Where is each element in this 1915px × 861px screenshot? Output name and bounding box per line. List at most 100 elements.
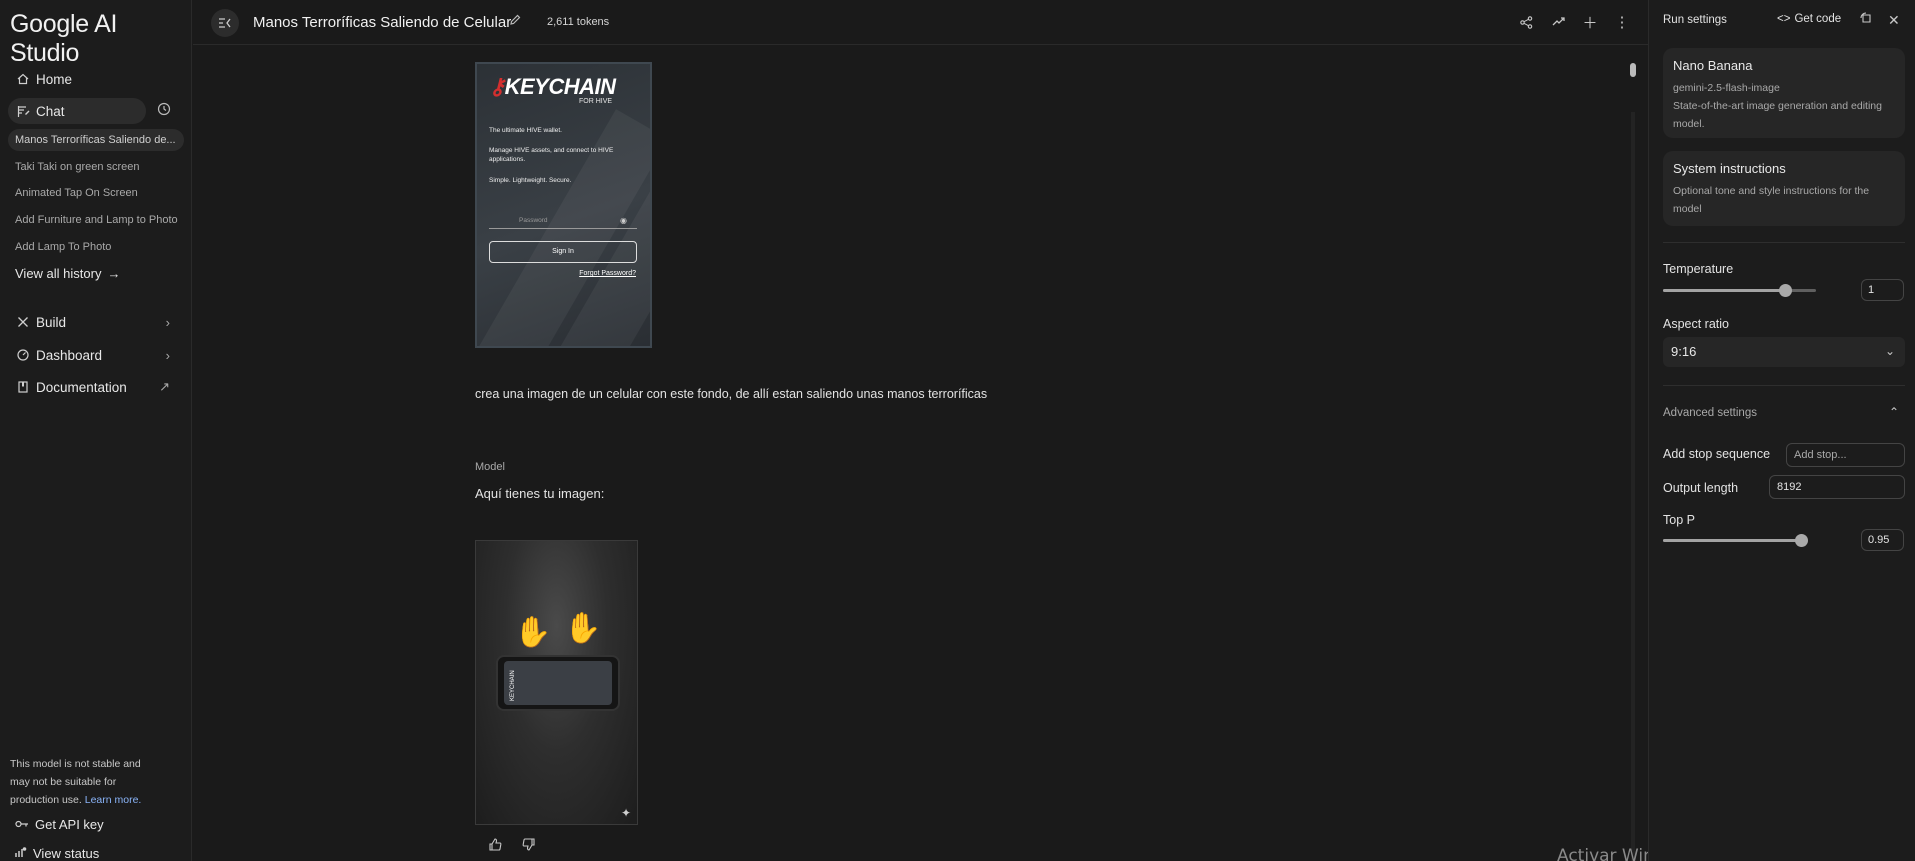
stop-sequence-label: Add stop sequence	[1663, 447, 1771, 461]
scrollbar-thumb[interactable]	[1630, 63, 1636, 77]
history-item[interactable]: Add Furniture and Lamp to Photo	[8, 209, 184, 231]
aspect-ratio-value: 9:16	[1671, 344, 1697, 359]
temperature-label: Temperature	[1663, 262, 1734, 276]
view-status-link[interactable]: View status	[15, 846, 99, 861]
collapse-sidebar-button[interactable]	[211, 9, 239, 37]
model-selector-card[interactable]: Nano Banana gemini-2.5-flash-image State…	[1663, 48, 1905, 138]
chevron-up-icon[interactable]: ⌃	[1889, 405, 1899, 419]
top-p-slider-knob[interactable]	[1794, 534, 1808, 547]
nav-documentation[interactable]: Documentation ↗	[8, 374, 184, 400]
model-description: State-of-the-art image generation and ed…	[1673, 100, 1882, 130]
password-placeholder: Password	[519, 217, 548, 224]
thumbs-down-icon[interactable]	[522, 838, 535, 854]
history-item[interactable]: Manos Terroríficas Saliendo de...	[8, 129, 184, 151]
phone-brand-text: KEYCHAIN	[510, 670, 516, 701]
app-root: Google AI Studio Home Chat Manos Terrorí…	[0, 0, 1915, 861]
home-icon	[16, 72, 30, 86]
top-p-label: Top P	[1663, 513, 1695, 527]
hand-illustration: ✋	[564, 612, 602, 645]
phone-screen	[504, 661, 612, 705]
keychain-logo: ⚷KEYCHAIN	[489, 74, 616, 100]
scrollbar-track[interactable]	[1631, 112, 1635, 861]
run-settings-panel: Run settings <> Get code ✕ Nano Banana g…	[1648, 0, 1915, 861]
nav-dashboard[interactable]: Dashboard ›	[8, 342, 184, 368]
stop-sequence-input[interactable]: Add stop...	[1786, 443, 1905, 467]
arrow-right-icon: →	[107, 266, 121, 281]
system-instructions-title: System instructions	[1673, 161, 1786, 176]
attachment-forgot-link: Forgot Password?	[579, 270, 636, 277]
sparkle-icon: ✦	[620, 806, 631, 820]
temperature-slider[interactable]	[1663, 284, 1816, 297]
chevron-right-icon: ›	[165, 347, 170, 363]
nav-home[interactable]: Home	[8, 66, 184, 92]
nav-chat-label: Chat	[36, 103, 65, 119]
keychain-subtitle: FOR HIVE	[579, 98, 613, 105]
output-length-input[interactable]: 8192	[1769, 475, 1905, 499]
eye-icon: ◉	[620, 216, 627, 225]
reset-icon[interactable]	[1860, 12, 1873, 28]
model-name: Nano Banana	[1673, 58, 1753, 73]
system-instructions-card[interactable]: System instructions Optional tone and st…	[1663, 151, 1905, 226]
nav-dashboard-label: Dashboard	[36, 347, 103, 363]
thumbs-up-icon[interactable]	[489, 838, 502, 854]
attachment-line-3: Simple. Lightweight. Secure.	[489, 177, 572, 184]
view-status-label: View status	[33, 846, 100, 861]
status-icon	[15, 846, 27, 861]
temperature-slider-fill	[1663, 289, 1786, 292]
chat-title: Manos Terroríficas Saliendo de Celular	[253, 14, 512, 31]
divider	[1663, 242, 1905, 243]
dashboard-icon	[16, 348, 30, 362]
keychain-logo-text: KEYCHAIN	[504, 74, 616, 99]
view-all-label: View all history	[15, 266, 102, 281]
view-all-history-link[interactable]: View all history →	[15, 266, 120, 281]
temperature-slider-knob[interactable]	[1779, 284, 1793, 297]
user-message: crea una imagen de un celular con este f…	[475, 387, 988, 401]
get-code-button[interactable]: <> Get code	[1777, 13, 1841, 25]
more-options-icon[interactable]: ⋮	[1614, 12, 1630, 32]
temperature-input[interactable]: 1	[1861, 279, 1904, 301]
system-instructions-description: Optional tone and style instructions for…	[1673, 185, 1870, 215]
external-link-icon: ↗	[159, 379, 170, 394]
compare-icon[interactable]	[1550, 12, 1566, 32]
top-p-slider-fill	[1663, 539, 1801, 542]
attached-image[interactable]: ⚷KEYCHAIN FOR HIVE The ultimate HIVE wal…	[475, 62, 652, 348]
model-label: Model	[475, 461, 505, 473]
edit-title-icon[interactable]	[509, 14, 521, 29]
nav-build-label: Build	[36, 314, 67, 330]
get-api-key-link[interactable]: Get API key	[15, 817, 104, 832]
new-chat-icon[interactable]: ＋	[1582, 12, 1598, 32]
app-logo[interactable]: Google AI Studio	[10, 10, 191, 68]
nav-home-label: Home	[36, 71, 73, 87]
top-actions: ＋ ⋮	[1518, 12, 1630, 32]
top-p-input[interactable]: 0.95	[1861, 529, 1904, 551]
history-item[interactable]: Add Lamp To Photo	[8, 236, 184, 258]
output-length-label: Output length	[1663, 481, 1739, 495]
key-logo-icon: ⚷	[489, 74, 505, 99]
history-icon[interactable]	[157, 102, 173, 118]
build-icon	[16, 315, 30, 329]
top-bar: Manos Terroríficas Saliendo de Celular 2…	[193, 0, 1648, 45]
history-item[interactable]: Animated Tap On Screen	[8, 182, 184, 204]
nav-documentation-label: Documentation	[36, 379, 127, 395]
advanced-settings-toggle[interactable]: Advanced settings	[1663, 407, 1757, 419]
share-icon[interactable]	[1518, 12, 1534, 32]
nav-build[interactable]: Build ›	[8, 309, 184, 335]
aspect-ratio-select[interactable]: 9:16 ⌄	[1663, 337, 1905, 367]
chat-icon	[16, 104, 30, 118]
history-item[interactable]: Taki Taki on green screen	[8, 156, 184, 178]
aspect-ratio-label: Aspect ratio	[1663, 317, 1730, 331]
code-icon: <>	[1777, 13, 1791, 25]
conversation-area: ⚷KEYCHAIN FOR HIVE The ultimate HIVE wal…	[193, 46, 1648, 861]
learn-more-link[interactable]: Learn more.	[85, 794, 142, 806]
top-p-slider[interactable]	[1663, 534, 1808, 547]
attachment-password-field: Password ◉	[489, 213, 637, 229]
book-icon	[16, 380, 30, 394]
close-icon[interactable]: ✕	[1888, 12, 1900, 29]
nav-chat[interactable]: Chat	[8, 98, 146, 124]
chevron-down-icon: ⌄	[1884, 344, 1895, 358]
get-code-label: Get code	[1794, 13, 1842, 25]
generated-image[interactable]: KEYCHAIN ✋ ✋ ✦	[475, 540, 638, 825]
attachment-line-1: The ultimate HIVE wallet.	[489, 127, 562, 134]
divider	[1663, 385, 1905, 386]
token-count: 2,611 tokens	[547, 16, 610, 28]
